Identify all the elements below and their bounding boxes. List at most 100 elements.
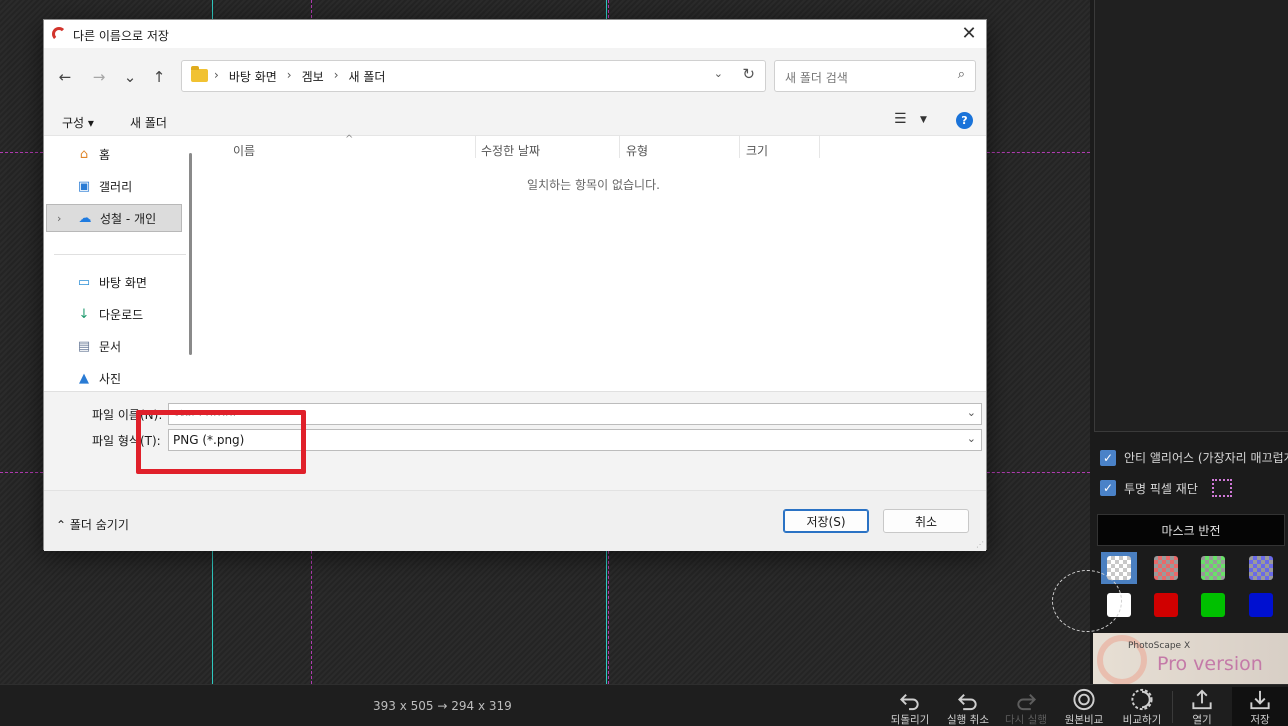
- color-swatch-blue[interactable]: [1243, 589, 1279, 621]
- swatch-color: [1154, 556, 1178, 580]
- desktop-icon: ▭: [77, 274, 91, 290]
- refresh-icon[interactable]: ↻: [742, 65, 755, 83]
- swatch-color: [1107, 556, 1131, 580]
- column-size[interactable]: 크기: [746, 142, 768, 159]
- column-divider[interactable]: [619, 136, 620, 158]
- breadcrumb-new-folder[interactable]: 새 폴더: [349, 68, 386, 85]
- checkbox-checked-icon[interactable]: ✓: [1100, 480, 1116, 496]
- hide-folders-toggle[interactable]: ⌃ 폴더 숨기기: [56, 516, 129, 533]
- toolbar-label: 저장: [1250, 714, 1270, 726]
- compare-original-icon: [1073, 688, 1095, 711]
- app-icon: [52, 27, 66, 41]
- cancel-button[interactable]: 취소: [883, 509, 969, 533]
- folder-icon: [191, 66, 208, 82]
- up-arrow-icon[interactable]: ↑: [148, 66, 170, 88]
- toolbar-save-button[interactable]: 저장: [1232, 687, 1288, 726]
- chevron-down-icon[interactable]: ⌄: [967, 432, 976, 445]
- chevron-down-icon[interactable]: ⌄: [967, 406, 976, 419]
- color-swatch-blue-checker[interactable]: [1243, 552, 1279, 584]
- close-button[interactable]: ✕: [958, 23, 980, 45]
- redo-icon: [1017, 694, 1037, 711]
- breadcrumb-folder[interactable]: 겜보: [302, 68, 324, 85]
- banner-title: Pro version: [1157, 653, 1263, 675]
- forward-arrow-icon[interactable]: →: [88, 66, 110, 88]
- column-divider[interactable]: [475, 136, 476, 158]
- toolbar-label: 되돌리기: [890, 714, 930, 726]
- sidebar-scrollbar[interactable]: [189, 153, 192, 355]
- toolbar-label: 비교하기: [1122, 714, 1162, 726]
- preview-panel: [1094, 0, 1288, 432]
- sidebar-item-label: 문서: [99, 339, 122, 354]
- expand-arrow-icon[interactable]: ›: [57, 212, 61, 225]
- column-date-modified[interactable]: 수정한 날짜: [481, 142, 540, 159]
- address-bar[interactable]: › 바탕 화면 › 겜보 › 새 폴더 ⌄ ↻: [181, 60, 766, 92]
- breadcrumb-desktop[interactable]: 바탕 화면: [229, 68, 277, 85]
- undo-icon: [957, 694, 977, 711]
- download-icon: ↓: [78, 306, 90, 322]
- sidebar-item-gallery[interactable]: ▣ 갤러리: [46, 172, 182, 200]
- toolbar-undo-button[interactable]: 실행 취소: [940, 687, 996, 726]
- toolbar-compare-button[interactable]: 비교하기: [1114, 687, 1170, 726]
- document-icon: ▤: [77, 338, 91, 354]
- toolbar-revert-button[interactable]: 되돌리기: [882, 687, 938, 726]
- column-type[interactable]: 유형: [626, 142, 648, 159]
- size-info: 393 x 505 → 294 x 319: [373, 699, 512, 713]
- swatch-color: [1249, 556, 1273, 580]
- open-icon: [1192, 689, 1212, 710]
- highlight-annotation: [136, 410, 306, 474]
- sidebar-item-onedrive[interactable]: › ☁ 성철 - 개인: [46, 204, 182, 232]
- pro-version-banner[interactable]: PhotoScape X Pro version: [1093, 633, 1288, 684]
- resize-grip-icon[interactable]: ⋰: [976, 540, 984, 549]
- back-arrow-icon[interactable]: ←: [54, 66, 76, 88]
- toolbar-compare-original-button[interactable]: 원본비교: [1056, 687, 1112, 726]
- color-swatch-red[interactable]: [1148, 589, 1184, 621]
- sidebar-item-label: 홈: [99, 147, 111, 162]
- view-dropdown-icon[interactable]: ▼: [920, 115, 927, 125]
- toolbar-label: 다시 실행: [1005, 714, 1047, 726]
- antialias-option[interactable]: ✓ 안티 앨리어스 (가장자리 매끄럽게): [1100, 449, 1288, 466]
- search-input[interactable]: 새 폴더 검색 ⌕: [774, 60, 976, 92]
- breadcrumb-separator: ›: [286, 68, 292, 82]
- breadcrumb: › 바탕 화면 › 겜보 › 새 폴더: [214, 68, 385, 85]
- chevron-down-icon[interactable]: ⌄: [714, 67, 723, 80]
- checkbox-checked-icon[interactable]: ✓: [1100, 449, 1116, 466]
- column-divider[interactable]: [819, 136, 820, 158]
- sidebar-item-documents[interactable]: ▤ 문서: [46, 332, 182, 360]
- toolbar-open-button[interactable]: 열기: [1174, 687, 1230, 726]
- transparent-crop-option[interactable]: ✓ 투명 픽셀 재단: [1100, 479, 1232, 497]
- sidebar-item-label: 사진: [99, 371, 122, 386]
- sidebar-item-pictures[interactable]: ▲ 사진: [46, 364, 182, 392]
- organize-menu[interactable]: 구성 ▾: [62, 114, 94, 131]
- column-divider[interactable]: [739, 136, 740, 158]
- help-icon[interactable]: ?: [956, 112, 973, 129]
- color-swatch-red-checker[interactable]: [1148, 552, 1184, 584]
- transparent-crop-label: 투명 픽셀 재단: [1124, 481, 1198, 496]
- dialog-footer: ⌃ 폴더 숨기기 저장(S) 취소 ⋰: [44, 490, 986, 551]
- new-folder-button[interactable]: 새 폴더: [130, 114, 167, 131]
- color-swatch-green-checker[interactable]: [1195, 552, 1231, 584]
- navigation-pane: ⌂ 홈 ▣ 갤러리 › ☁ 성철 - 개인 ▭ 바탕 화면 ↓ 다운로드 ▤ 문…: [44, 136, 201, 391]
- sidebar-item-downloads[interactable]: ↓ 다운로드: [46, 300, 182, 328]
- banner-subtitle: PhotoScape X: [1128, 641, 1191, 651]
- view-options-icon[interactable]: ☰: [894, 111, 907, 127]
- breadcrumb-separator: ›: [333, 68, 339, 82]
- sidebar-item-desktop[interactable]: ▭ 바탕 화면: [46, 268, 182, 296]
- toolbar-redo-button[interactable]: 다시 실행: [998, 687, 1054, 726]
- bottom-toolbar: 393 x 505 → 294 x 319 되돌리기 실행 취소 다시 실행 원본비교…: [0, 684, 1288, 726]
- mask-invert-button[interactable]: 마스크 반전: [1097, 514, 1285, 546]
- dialog-titlebar[interactable]: 다른 이름으로 저장 ✕: [44, 20, 986, 48]
- column-name[interactable]: 이름: [233, 142, 255, 159]
- sidebar-item-label: 다운로드: [99, 307, 144, 322]
- color-swatch-green[interactable]: [1195, 589, 1231, 621]
- breadcrumb-separator: ›: [214, 68, 219, 82]
- sidebar-item-home[interactable]: ⌂ 홈: [46, 140, 182, 168]
- sidebar-item-label: 성철 - 개인: [100, 211, 157, 226]
- right-panel: ✓ 안티 앨리어스 (가장자리 매끄럽게) ✓ 투명 픽셀 재단 마스크 반전: [1090, 0, 1288, 684]
- command-bar: 구성 ▾ 새 폴더 ☰ ▼ ?: [44, 106, 986, 136]
- toolbar-label: 실행 취소: [947, 714, 989, 726]
- recent-locations-icon[interactable]: ⌄: [119, 66, 141, 88]
- save-button[interactable]: 저장(S): [783, 509, 869, 533]
- sidebar-item-label: 바탕 화면: [99, 275, 147, 290]
- swatch-color: [1201, 556, 1225, 580]
- brush-cursor: [1052, 570, 1122, 632]
